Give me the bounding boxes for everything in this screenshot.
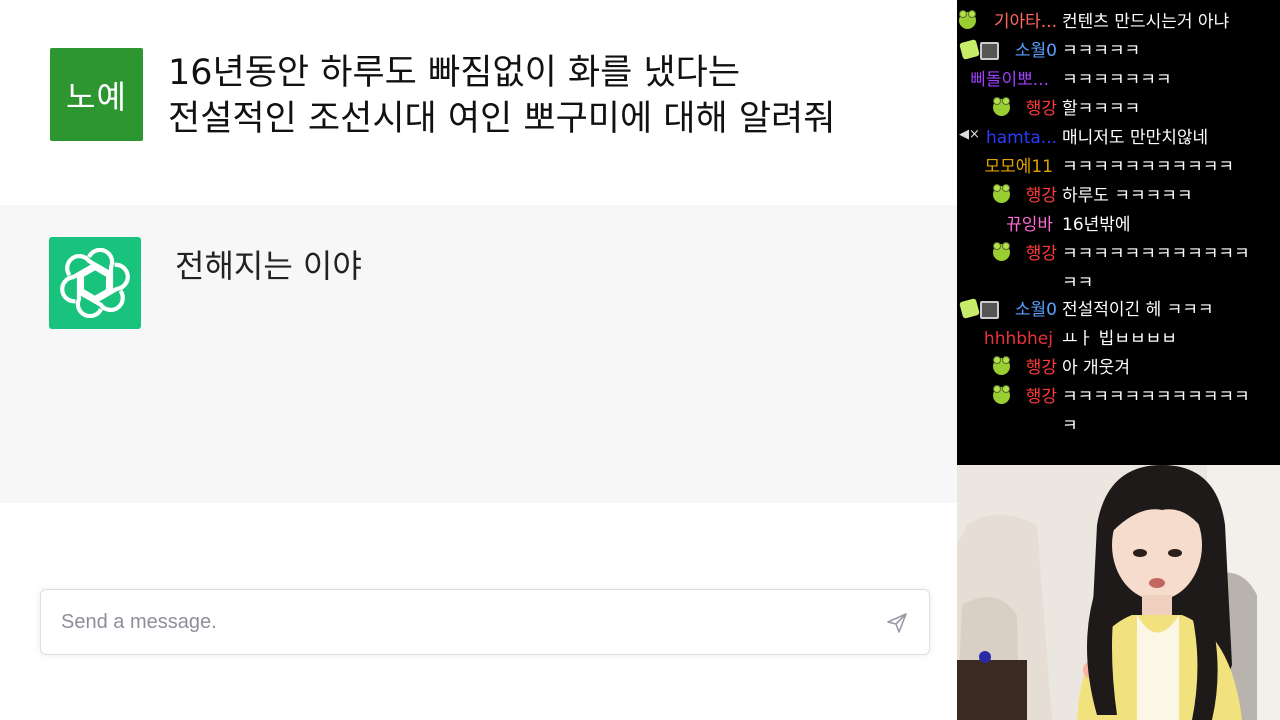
chat-text: ㅋㅋㅋㅋㅋㅋㅋㅋㅋㅋㅋㅋ bbox=[1062, 244, 1250, 264]
chat-text: 전설적이긴 헤 ㅋㅋㅋ bbox=[1062, 300, 1214, 320]
chat-message: 행강 하루도 ㅋㅋㅋㅋㅋ bbox=[957, 182, 1280, 211]
assistant-avatar bbox=[49, 237, 141, 329]
user-avatar: 노예 bbox=[50, 48, 143, 141]
chat-message: hhhbhej ㅛㅏ 빕ㅂㅂㅂㅂ bbox=[957, 325, 1280, 354]
frog-badge-icon bbox=[959, 10, 976, 29]
chat-nickname[interactable]: 모모에11 bbox=[957, 153, 1053, 182]
frog-badge-icon bbox=[993, 242, 1010, 261]
chat-nickname[interactable]: 행강 bbox=[1013, 240, 1057, 269]
streamer-webcam-feed bbox=[957, 465, 1280, 720]
chat-nickname[interactable]: 기아타... bbox=[977, 8, 1057, 37]
chat-text: 16년밖에 bbox=[1062, 215, 1131, 235]
chat-text: 컨텐츠 만드시는거 아냐 bbox=[1062, 12, 1230, 32]
chat-message: 행강 아 개웃겨 bbox=[957, 354, 1280, 383]
chat-message: 모모에11 ㅋㅋㅋㅋㅋㅋㅋㅋㅋㅋㅋ bbox=[957, 153, 1280, 182]
user-message-line-2: 전설적인 조선시대 여인 뽀구미에 대해 알려줘 bbox=[168, 99, 836, 139]
user-message: 16년동안 하루도 빠짐없이 화를 냈다는 전설적인 조선시대 여인 뽀구미에 … bbox=[168, 50, 928, 142]
chat-text-continued: ㅋㅋ bbox=[1062, 273, 1094, 293]
chat-message: 소월0 전설적이긴 헤 ㅋㅋㅋ bbox=[957, 296, 1280, 325]
cut-off-chat-line bbox=[957, 0, 1280, 4]
frog-badge-icon bbox=[993, 356, 1010, 375]
chat-message: 행강 할ㅋㅋㅋㅋ bbox=[957, 95, 1280, 124]
chat-nickname[interactable]: 소월0 bbox=[1001, 296, 1057, 325]
chat-nickname[interactable]: 행강 bbox=[1013, 354, 1057, 383]
chat-text: ㅋㅋㅋㅋㅋㅋㅋㅋㅋㅋㅋ bbox=[1062, 157, 1235, 177]
user-message-line-1: 16년동안 하루도 빠짐없이 화를 냈다는 bbox=[168, 53, 741, 93]
send-icon[interactable] bbox=[885, 611, 909, 635]
chat-nickname[interactable]: 삐돌이뽀... bbox=[957, 66, 1049, 95]
frog-badge-icon bbox=[993, 97, 1010, 116]
cat-badge-icon bbox=[959, 298, 980, 319]
stream-chat-overlay: 기아타... 컨텐츠 만드시는거 아냐 소월0 ㅋㅋㅋㅋㅋ 삐돌이뽀... ㅋㅋ… bbox=[957, 0, 1280, 465]
chat-text: ㅛㅏ 빕ㅂㅂㅂㅂ bbox=[1062, 329, 1177, 349]
chat-message: 삐돌이뽀... ㅋㅋㅋㅋㅋㅋㅋ bbox=[957, 66, 1280, 95]
mute-badge-icon: ◀× bbox=[959, 127, 980, 142]
chat-text-continued: ㅋ bbox=[1062, 416, 1078, 436]
streamer-webcam bbox=[957, 465, 1280, 720]
cat-badge-icon bbox=[959, 39, 980, 60]
chat-nickname[interactable]: 행강 bbox=[1013, 95, 1057, 124]
chat-nickname[interactable]: 소월0 bbox=[1001, 37, 1057, 66]
frog-badge-icon bbox=[993, 184, 1010, 203]
chat-text: ㅋㅋㅋㅋㅋㅋㅋ bbox=[1062, 70, 1172, 90]
chat-nickname[interactable]: 행강 bbox=[1013, 182, 1057, 211]
chat-message: 뀨잉바 16년밖에 bbox=[957, 211, 1280, 240]
chat-message: 소월0 ㅋㅋㅋㅋㅋ bbox=[957, 37, 1280, 66]
chat-message: 행강 ㅋㅋㅋㅋㅋㅋㅋㅋㅋㅋㅋㅋ ㅋㅋ bbox=[957, 240, 1280, 298]
chat-text: 할ㅋㅋㅋㅋ bbox=[1062, 99, 1141, 119]
chat-nickname[interactable]: hamta... bbox=[981, 124, 1057, 153]
frog-badge-icon bbox=[993, 385, 1010, 404]
chat-nickname[interactable]: 행강 bbox=[1013, 383, 1057, 412]
message-input-box[interactable] bbox=[40, 589, 930, 655]
chat-text: ㅋㅋㅋㅋㅋ bbox=[1062, 41, 1141, 61]
user-message-row: 노예 16년동안 하루도 빠짐없이 화를 냈다는 전설적인 조선시대 여인 뽀구… bbox=[0, 0, 957, 205]
openai-logo-icon bbox=[60, 248, 130, 318]
message-input[interactable] bbox=[61, 590, 861, 654]
chat-nickname[interactable]: hhhbhej bbox=[957, 325, 1053, 354]
assistant-message: 전해지는 이야 bbox=[175, 247, 362, 285]
chat-text: ㅋㅋㅋㅋㅋㅋㅋㅋㅋㅋㅋㅋ bbox=[1062, 387, 1250, 407]
chat-text: 매니저도 만만치않네 bbox=[1062, 128, 1209, 148]
composer-area bbox=[0, 503, 957, 720]
chat-message: 기아타... 컨텐츠 만드시는거 아냐 bbox=[957, 8, 1280, 37]
chat-message: ◀× hamta... 매니저도 만만치않네 bbox=[957, 124, 1280, 153]
chat-text: 아 개웃겨 bbox=[1062, 358, 1130, 378]
chat-nickname[interactable]: 뀨잉바 bbox=[957, 211, 1053, 240]
box-badge-icon bbox=[980, 301, 999, 319]
chat-pane: 노예 16년동안 하루도 빠짐없이 화를 냈다는 전설적인 조선시대 여인 뽀구… bbox=[0, 0, 957, 720]
chat-message: 행강 ㅋㅋㅋㅋㅋㅋㅋㅋㅋㅋㅋㅋ ㅋ bbox=[957, 383, 1280, 441]
chat-text: 하루도 ㅋㅋㅋㅋㅋ bbox=[1062, 186, 1193, 206]
assistant-message-row: 전해지는 이야 bbox=[0, 205, 957, 503]
box-badge-icon bbox=[980, 42, 999, 60]
